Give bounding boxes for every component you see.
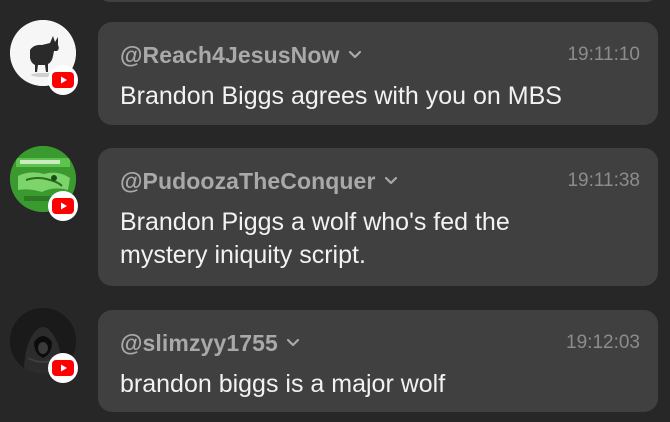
message-header: @slimzyy1755 19:12:03 (120, 328, 640, 358)
timestamp: 19:11:38 (567, 170, 640, 191)
avatar-container[interactable] (10, 146, 78, 221)
youtube-icon (52, 72, 74, 88)
username[interactable]: @slimzyy1755 (120, 330, 278, 357)
chat-feed: @Reach4JesusNow 19:11:10 Brandon Biggs a… (0, 0, 670, 422)
previous-message-bubble (98, 0, 658, 2)
youtube-badge (48, 191, 78, 221)
message-text: brandon biggs is a major wolf (120, 370, 446, 398)
youtube-badge (48, 65, 78, 95)
chevron-down-icon[interactable] (286, 338, 300, 348)
avatar-container[interactable] (10, 308, 78, 383)
youtube-badge (48, 353, 78, 383)
chevron-down-icon[interactable] (348, 50, 362, 60)
message-header: @PudoozaTheConquer 19:11:38 (120, 166, 640, 196)
message-bubble: @PudoozaTheConquer 19:11:38 Brandon Pigg… (98, 148, 658, 286)
message-header: @Reach4JesusNow 19:11:10 (120, 40, 640, 70)
message-bubble: @slimzyy1755 19:12:03 brandon biggs is a… (98, 310, 658, 412)
message-text: Brandon Piggs a wolf who's fed the myste… (120, 208, 510, 269)
youtube-icon (52, 360, 74, 376)
youtube-icon (52, 198, 74, 214)
timestamp: 19:12:03 (566, 332, 640, 353)
avatar-container[interactable] (10, 20, 78, 95)
timestamp: 19:11:10 (567, 44, 640, 65)
username[interactable]: @PudoozaTheConquer (120, 168, 376, 195)
chevron-down-icon[interactable] (384, 176, 398, 186)
message-text: Brandon Biggs agrees with you on MBS (120, 82, 562, 110)
username[interactable]: @Reach4JesusNow (120, 42, 340, 69)
message-bubble: @Reach4JesusNow 19:11:10 Brandon Biggs a… (98, 22, 658, 125)
